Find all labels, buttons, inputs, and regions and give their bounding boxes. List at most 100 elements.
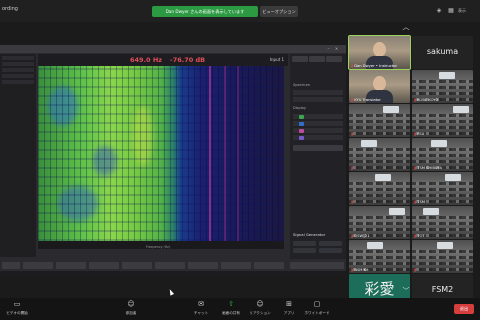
add-channel-button[interactable] (293, 145, 343, 151)
classroom-seats (412, 92, 473, 95)
classroom-seats (412, 222, 473, 225)
participant-name: KOBE KOYO (417, 98, 439, 102)
grid-view-icon[interactable]: ▦ (446, 6, 456, 16)
participant-tile[interactable]: ▮ Dan Dwyer • Instructor (348, 35, 411, 70)
participant-tile[interactable]: ▮ NSM Kit (349, 240, 410, 273)
sidebar-row[interactable] (2, 62, 34, 66)
sidebar-row[interactable] (2, 80, 34, 84)
bottom-tab[interactable] (89, 262, 119, 269)
view-label[interactable]: 表示 (458, 8, 466, 14)
bottom-tab[interactable] (221, 262, 251, 269)
classroom-seats (349, 222, 410, 225)
meeting-toolbar: ▭ ビデオの開始 ☺ 参加者 ✉ チャット ⇧ 画面の共有 ☺ リアクション ⊞ アプリ ▢ ホワイトボー… (0, 298, 480, 320)
participant-name-label: ▮ Dan Dwyer • Instructor (351, 64, 397, 68)
participant-tile[interactable]: ▮ (349, 172, 410, 205)
classroom-seats (349, 148, 410, 151)
screen-share-banner[interactable]: Dan Dwyer さんの画面を表示しています (152, 6, 258, 17)
generator-field[interactable] (319, 241, 342, 246)
classroom-seats (349, 188, 410, 191)
classroom-seats (412, 148, 473, 151)
panel-tab[interactable] (309, 56, 325, 62)
classroom-seats (412, 114, 473, 117)
participant-tile[interactable]: ▮ KYU Translator (349, 70, 410, 103)
classroom-seats (412, 126, 473, 129)
participant-name-label: ▮ (351, 132, 353, 136)
channel-row[interactable] (293, 121, 343, 126)
sidebar-row[interactable] (2, 68, 34, 72)
generator-field[interactable] (319, 248, 342, 253)
signal-generator-title: Signal Generator (293, 232, 326, 237)
view-options-button[interactable]: ビューオプション (260, 6, 298, 17)
whiteboard-button[interactable]: ▢ ホワイトボード (300, 300, 334, 319)
channel-swatch (299, 135, 304, 140)
classroom-seats (349, 154, 410, 157)
participants-button[interactable]: ☺ 参加者 (114, 300, 148, 319)
minimize-icon[interactable]: – (326, 46, 331, 51)
video-button[interactable]: ▭ ビデオの開始 (0, 300, 34, 319)
participant-tile[interactable]: ▮ KOBE KOYO (412, 70, 473, 103)
participant-tile[interactable]: ▮ (412, 240, 473, 273)
participant-tile[interactable]: ▮ FSU (412, 104, 473, 137)
bottom-tab[interactable] (2, 262, 20, 269)
classroom-seats (349, 132, 410, 135)
channel-row[interactable] (293, 135, 343, 140)
participant-tile[interactable]: sakuma▮ sakuma (412, 36, 473, 69)
close-icon[interactable]: × (334, 46, 339, 51)
sidebar-row[interactable] (2, 74, 34, 78)
shield-icon[interactable]: ◈ (434, 6, 444, 16)
participant-name-label: ▮ TSM SHIBUYA (414, 166, 442, 170)
participant-tile[interactable]: ▮ (349, 104, 410, 137)
channel-row[interactable] (293, 114, 343, 119)
chevron-down-icon[interactable]: ﹀ (399, 286, 413, 296)
level-readout: -76.70 dB (170, 56, 206, 64)
muted-mic-icon: ▮ (351, 166, 354, 170)
classroom-seats (412, 154, 473, 157)
chat-button[interactable]: ✉ チャット (184, 300, 218, 319)
classroom-seats (412, 256, 473, 259)
bottom-tab[interactable] (290, 262, 344, 269)
participant-tile[interactable]: ▮ OSW_21 (349, 206, 410, 239)
participant-name: FSU (417, 132, 425, 136)
participant-tile[interactable]: ▮ (349, 138, 410, 171)
bottom-tab[interactable] (188, 262, 218, 269)
classroom-screen (361, 140, 377, 147)
bottom-tab[interactable] (254, 262, 284, 269)
participant-video-person (373, 42, 386, 57)
spectrogram-rows (38, 66, 284, 241)
bottom-tab[interactable] (23, 262, 53, 269)
classroom-seats (349, 250, 410, 253)
spectrogram-plot[interactable] (38, 66, 284, 241)
participant-name-label: ▮ FSU (414, 132, 424, 136)
classroom-screen (445, 174, 461, 181)
participant-tile[interactable]: ▮ TSM SHIBUYA (412, 138, 473, 171)
panel-tab[interactable] (326, 56, 342, 62)
panel-field[interactable] (293, 90, 343, 95)
participant-tile[interactable]: ▮ TOT (412, 206, 473, 239)
classroom-screen (439, 72, 455, 79)
chevron-up-icon[interactable]: ︿ (399, 22, 413, 32)
muted-mic-icon: ▮ (414, 268, 417, 272)
bottom-tab[interactable] (56, 262, 86, 269)
classroom-screen (383, 106, 399, 113)
panel-tab[interactable] (292, 56, 308, 62)
frequency-axis: Frequency (Hz) (38, 241, 284, 249)
bottom-tab[interactable] (122, 262, 152, 269)
classroom-seats (349, 182, 410, 185)
channel-row[interactable] (293, 128, 343, 133)
input-tag[interactable]: Input 1 (270, 57, 284, 62)
participant-tile[interactable]: ▮ TSM (412, 172, 473, 205)
participant-name: Dan Dwyer • Instructor (354, 64, 398, 68)
bottom-tab[interactable] (155, 262, 185, 269)
leave-meeting-button[interactable]: 退出 (454, 304, 474, 314)
generator-field[interactable] (293, 241, 316, 246)
classroom-seats (349, 216, 410, 219)
participant-name: OSW_21 (354, 234, 370, 238)
classroom-seats (412, 188, 473, 191)
toolbar-button-label: 参加者 (125, 311, 137, 315)
sidebar-row[interactable] (2, 56, 34, 60)
generator-field[interactable] (293, 248, 316, 253)
spectrogram-header: 649.0 Hz -76.70 dB Input 1 (38, 54, 288, 66)
classroom-seats (349, 256, 410, 259)
channel-swatch (299, 128, 304, 133)
panel-field[interactable] (293, 97, 343, 102)
